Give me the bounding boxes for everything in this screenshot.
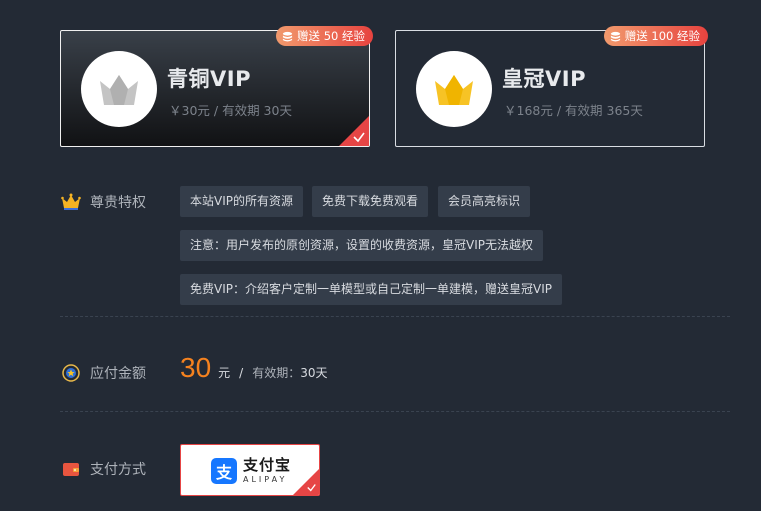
amount-unit: 元 [218, 366, 231, 380]
payment-method-label: 支付方式 [90, 462, 146, 478]
privileges-label-row: 尊贵特权 [60, 191, 146, 213]
alipay-name-en: ALIPAY [243, 475, 288, 484]
alipay-name: 支付宝 [243, 456, 292, 474]
amount-label-row: 应付金额 [60, 362, 146, 384]
privilege-tag: 免费下载免费观看 [312, 186, 429, 217]
validity-value: 30天 [300, 366, 328, 380]
alipay-icon-char: 支 [215, 463, 232, 482]
validity-text: 有效期：30天 [252, 364, 327, 381]
privileges-label: 尊贵特权 [90, 195, 146, 211]
plan-name: 皇冠VIP [502, 67, 586, 91]
privilege-tag: 免费VIP：介绍客户定制一单模型或自己定制一单建模，赠送皇冠VIP [180, 274, 562, 305]
check-icon [307, 484, 316, 492]
experience-badge: 赠送 100 经验 [603, 26, 708, 46]
amount-label: 应付金额 [90, 366, 146, 382]
alipay-logo: 支 支付宝 ALIPAY [211, 458, 291, 484]
badge-text: 赠送 100 经验 [624, 29, 700, 43]
check-icon [353, 132, 365, 143]
coins-icon [610, 31, 620, 42]
plan-card-crown[interactable]: 皇冠VIP ￥168元 / 有效期 365天 赠送 100 经验 [395, 26, 708, 147]
bronze-crown-avatar [81, 51, 157, 127]
amount-display: 30 元 / 有效期：30天 [180, 352, 328, 384]
privilege-tag: 本站VIP的所有资源 [180, 186, 303, 217]
coins-icon [282, 31, 293, 42]
amount-separator: / [239, 366, 244, 380]
privilege-tag: 会员高亮标识 [438, 186, 531, 217]
plan-price-desc: ￥168元 / 有效期 365天 [504, 103, 643, 118]
plan-name: 青铜VIP [167, 67, 251, 91]
payment-method-label-row: 支付方式 [60, 458, 146, 480]
section-divider [60, 316, 730, 317]
crown-icon [60, 191, 82, 213]
validity-label: 有效期： [252, 366, 301, 380]
experience-badge: 赠送 50 经验 [276, 26, 373, 46]
crown-gold-icon [435, 75, 473, 105]
alipay-option[interactable]: 支 支付宝 ALIPAY [180, 444, 320, 496]
wallet-icon [60, 458, 82, 480]
crown-silver-icon [100, 75, 138, 105]
badge-text: 赠送 50 经验 [297, 29, 365, 43]
crown-avatar [416, 51, 492, 127]
section-divider [60, 411, 730, 412]
plan-card-bronze[interactable]: 青铜VIP ￥30元 / 有效期 30天 赠送 50 经验 [60, 26, 373, 147]
privilege-tag: 注意：用户发布的原创资源，设置的收费资源，皇冠VIP无法越权 [180, 230, 543, 261]
plan-price-desc: ￥30元 / 有效期 30天 [169, 103, 292, 118]
medal-icon [60, 362, 82, 384]
alipay-icon: 支 [211, 458, 237, 484]
amount-value: 30 [180, 352, 212, 383]
